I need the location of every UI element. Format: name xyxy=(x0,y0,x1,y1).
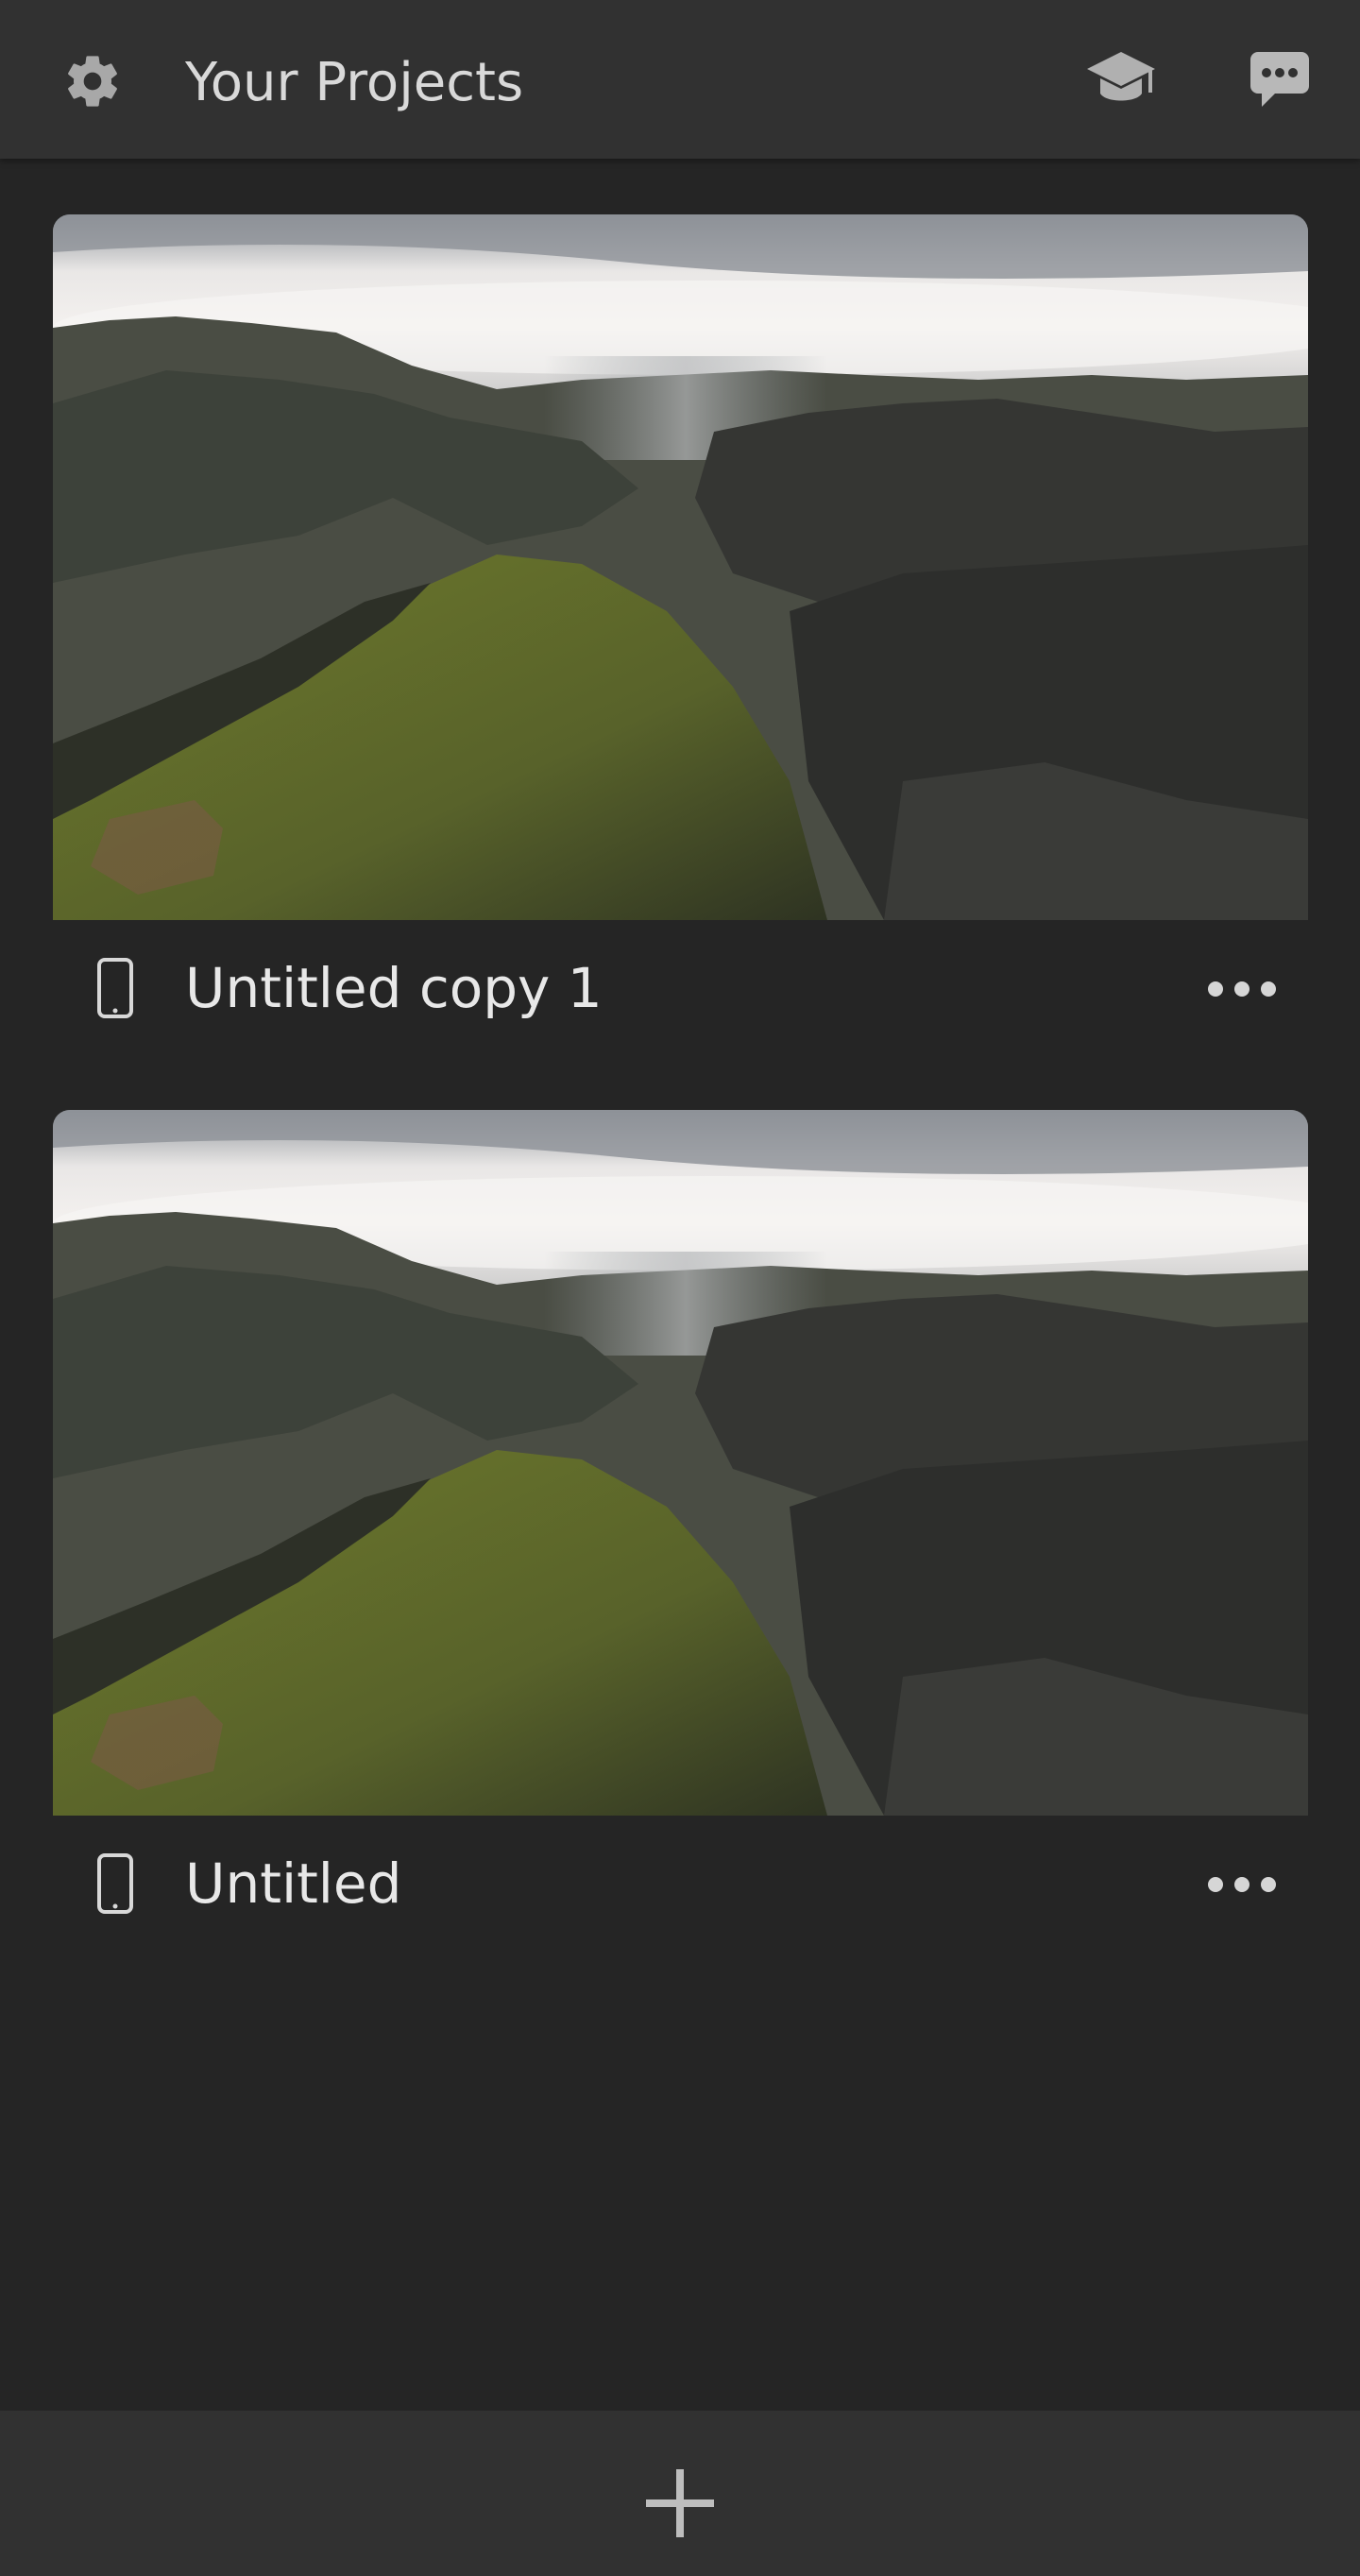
graduation-cap-icon xyxy=(1087,52,1155,101)
learn-button[interactable] xyxy=(1079,42,1164,117)
gear-icon xyxy=(68,56,117,107)
chat-bubble-icon xyxy=(1250,52,1309,107)
page-title: Your Projects xyxy=(185,52,524,113)
bottom-bar xyxy=(0,2411,1360,2576)
dot xyxy=(1208,981,1223,997)
projects-screen: Your Projects Untitled copy 1 Untitled xyxy=(0,0,1360,2576)
project-thumbnail[interactable] xyxy=(53,214,1308,920)
project-name[interactable]: Untitled copy 1 xyxy=(185,952,603,1024)
mountain-landscape-image xyxy=(53,214,1308,920)
project-meta: Untitled xyxy=(53,1816,1308,1952)
dot xyxy=(1261,1877,1276,1892)
phone-icon xyxy=(97,1853,133,1914)
project-card: Untitled copy 1 xyxy=(53,214,1308,1056)
more-horizontal-icon[interactable] xyxy=(1195,956,1289,1022)
project-name[interactable]: Untitled xyxy=(185,1848,401,1919)
project-meta: Untitled copy 1 xyxy=(53,920,1308,1056)
more-horizontal-icon[interactable] xyxy=(1195,1851,1289,1918)
dot xyxy=(1208,1877,1223,1892)
project-thumbnail[interactable] xyxy=(53,1110,1308,1816)
new-project-button[interactable] xyxy=(633,2456,727,2550)
settings-button[interactable] xyxy=(55,43,130,119)
dot xyxy=(1234,981,1250,997)
dot xyxy=(1261,981,1276,997)
plus-icon xyxy=(646,2469,714,2537)
top-app-bar: Your Projects xyxy=(0,0,1360,159)
phone-icon xyxy=(97,958,133,1018)
project-card: Untitled xyxy=(53,1110,1308,1952)
feedback-button[interactable] xyxy=(1237,42,1322,117)
mountain-landscape-image xyxy=(53,1110,1308,1816)
dot xyxy=(1234,1877,1250,1892)
